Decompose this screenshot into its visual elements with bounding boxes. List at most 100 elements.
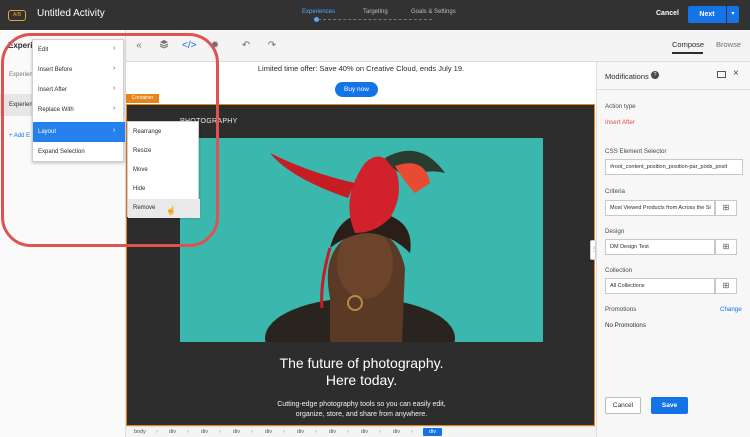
breadcrumb-item[interactable]: body [134, 429, 146, 435]
redo-icon[interactable]: ↷ [265, 39, 279, 53]
subtext-line-2: organize, store, and share from anywhere… [295, 411, 428, 418]
design-label: Design [605, 228, 625, 235]
chevron-right-icon: › [113, 105, 116, 112]
help-icon[interactable]: ? [651, 71, 659, 79]
top-bar: A/B Untitled Activity Experiences Target… [0, 0, 750, 30]
step-targeting[interactable]: Targeting [363, 9, 388, 15]
css-selector-label: CSS Element Selector [605, 148, 667, 155]
collection-picker-icon[interactable]: ⊞ [715, 278, 737, 294]
collapse-icon[interactable]: « [132, 39, 146, 53]
menu-item-insert-before[interactable]: Insert Before › [33, 60, 125, 80]
subtext-line-1: Cutting-edge photography tools so you ca… [277, 401, 446, 408]
menu-item-label: Replace With [38, 107, 74, 113]
submenu-item-remove[interactable]: Remove [128, 199, 200, 218]
modifications-panel: Modifications ? × Action type Insert Aft… [596, 62, 750, 437]
add-experience-link[interactable]: + Add E [9, 133, 30, 139]
divider [597, 89, 750, 90]
panel-title: Modifications [605, 72, 649, 81]
breadcrumb-separator: › [411, 429, 413, 435]
close-icon[interactable]: × [733, 68, 739, 79]
dock-panel-icon[interactable] [717, 71, 726, 78]
change-promotions-link[interactable]: Change [720, 306, 742, 313]
breadcrumb-item[interactable]: div [201, 429, 208, 435]
hero-headline: The future of photography. Here today. [127, 355, 596, 389]
next-button[interactable]: Next [688, 6, 726, 23]
headline-line-1: The future of photography. [279, 355, 444, 371]
breadcrumb-separator: › [347, 429, 349, 435]
step-current-indicator [314, 17, 319, 22]
breadcrumb-separator: › [315, 429, 317, 435]
collection-label: Collection [605, 267, 633, 274]
breadcrumb-item[interactable]: div [233, 429, 240, 435]
chevron-right-icon: › [113, 127, 116, 134]
headline-line-2: Here today. [325, 372, 398, 388]
promo-text: Limited time offer: Save 40% on Creative… [257, 64, 465, 73]
panel-cancel-button[interactable]: Cancel [605, 397, 641, 414]
panel-save-button[interactable]: Save [651, 397, 688, 414]
element-breadcrumb: body › div › div › div › div › div › div… [126, 426, 596, 437]
layout-submenu: Rearrange Resize Move Hide Remove [127, 121, 200, 218]
menu-item-label: Edit [38, 47, 49, 53]
step-track [318, 19, 432, 20]
chevron-right-icon: › [113, 85, 116, 92]
promotions-value: No Promotions [605, 322, 646, 329]
submenu-item-move[interactable]: Move [128, 161, 200, 180]
tab-compose[interactable]: Compose [672, 40, 704, 49]
criteria-field[interactable]: Most Viewed Products from Across the Si [605, 200, 715, 216]
tab-browse[interactable]: Browse [716, 40, 741, 49]
hero-subtext: Cutting-edge photography tools so you ca… [127, 400, 596, 420]
buy-now-button[interactable]: Buy now [335, 82, 378, 97]
breadcrumb-item[interactable]: div [297, 429, 304, 435]
submenu-item-label: Remove [133, 205, 156, 211]
action-type-value[interactable]: Insert After [605, 119, 635, 126]
menu-item-replace-with[interactable]: Replace With › [33, 100, 125, 120]
breadcrumb-separator: › [187, 429, 189, 435]
breadcrumb-item-current[interactable]: div [423, 428, 443, 436]
submenu-item-label: Hide [133, 186, 146, 192]
design-picker-icon[interactable]: ⊞ [715, 239, 737, 255]
menu-item-label: Layout [38, 129, 57, 135]
criteria-picker-icon[interactable]: ⊞ [715, 200, 737, 216]
menu-item-expand-selection[interactable]: Expand Selection [33, 142, 125, 162]
breadcrumb-separator: › [283, 429, 285, 435]
breadcrumb-separator: › [251, 429, 253, 435]
criteria-label: Criteria [605, 188, 625, 195]
pointer-cursor-icon: ☝ [166, 206, 176, 215]
promotions-label: Promotions [605, 306, 637, 313]
editor-toolbar: « </> ✹ ↶ ↷ [126, 30, 750, 62]
breadcrumb-item[interactable]: div [329, 429, 336, 435]
submenu-item-hide[interactable]: Hide [128, 180, 200, 199]
design-field[interactable]: DM Design Test [605, 239, 715, 255]
breadcrumb-item[interactable]: div [265, 429, 272, 435]
menu-item-layout[interactable]: Layout › [33, 122, 125, 142]
step-experiences[interactable]: Experiences [302, 9, 335, 15]
layers-icon[interactable] [157, 39, 171, 53]
element-context-menu: Edit › Insert Before › Insert After › Repla… [32, 39, 125, 162]
css-selector-field[interactable]: #root_content_position_position-par_pods… [605, 159, 743, 175]
breadcrumb-separator: › [219, 429, 221, 435]
step-goals-settings[interactable]: Goals & Settings [411, 9, 456, 15]
next-options-chevron-icon[interactable]: ▾ [727, 6, 739, 23]
tab-active-indicator [672, 52, 703, 54]
promo-banner[interactable]: Limited time offer: Save 40% on Creative… [126, 62, 596, 104]
submenu-item-label: Resize [133, 148, 152, 154]
breadcrumb-item[interactable]: div [361, 429, 368, 435]
cancel-button[interactable]: Cancel [656, 10, 679, 17]
hero-image[interactable] [180, 138, 543, 342]
action-type-label: Action type [605, 103, 636, 110]
undo-icon[interactable]: ↶ [239, 39, 253, 53]
submenu-item-rearrange[interactable]: Rearrange [128, 123, 200, 142]
menu-item-label: Expand Selection [38, 149, 85, 155]
workflow-steps: Experiences Targeting Goals & Settings [0, 0, 750, 30]
container-tag: Container [126, 94, 159, 103]
code-icon[interactable]: </> [182, 39, 196, 53]
settings-icon[interactable]: ✹ [208, 39, 222, 53]
breadcrumb-separator: › [156, 429, 158, 435]
submenu-item-resize[interactable]: Resize [128, 142, 200, 161]
menu-item-insert-after[interactable]: Insert After › [33, 80, 125, 100]
breadcrumb-item[interactable]: div [169, 429, 176, 435]
collection-field[interactable]: All Collections [605, 278, 715, 294]
submenu-item-label: Move [133, 167, 148, 173]
menu-item-edit[interactable]: Edit › [33, 40, 125, 60]
breadcrumb-item[interactable]: div [393, 429, 400, 435]
